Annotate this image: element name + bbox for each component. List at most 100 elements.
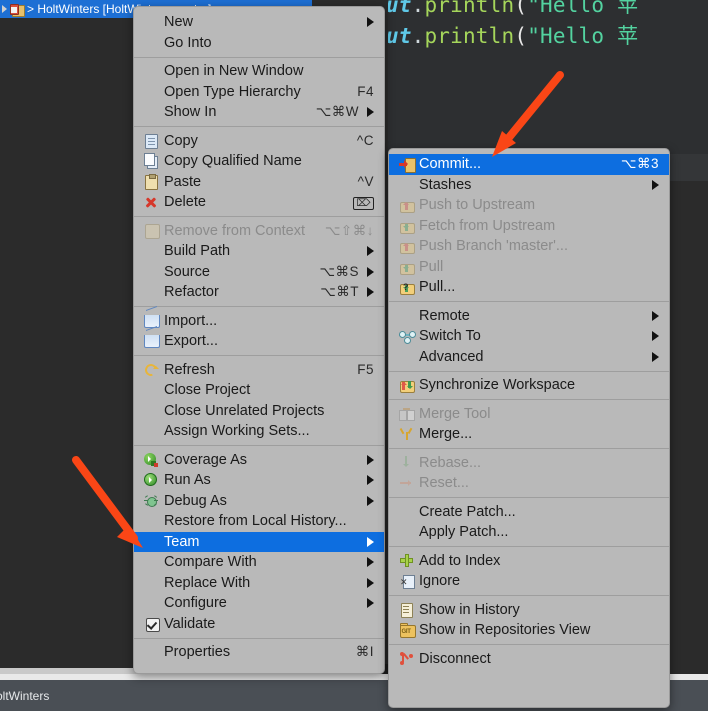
menu-item-push-to-upstream: Push to Upstream bbox=[389, 195, 669, 216]
debug-icon bbox=[143, 493, 162, 509]
menu-item-source[interactable]: Source ⌥⌘S bbox=[134, 262, 384, 283]
copy-qualified-icon bbox=[143, 153, 162, 170]
menu-separator bbox=[134, 56, 384, 58]
push-icon bbox=[398, 238, 417, 255]
menu-item-debug-as[interactable]: Debug As bbox=[134, 491, 384, 512]
menu-item-close-unrelated-projects[interactable]: Close Unrelated Projects bbox=[134, 401, 384, 422]
menu-separator bbox=[389, 497, 669, 498]
reset-icon bbox=[398, 475, 417, 491]
repositories-icon: GIT bbox=[398, 622, 417, 639]
menu-item-team[interactable]: Team bbox=[134, 531, 384, 552]
submenu-arrow-icon bbox=[367, 107, 374, 118]
menu-item-go-into[interactable]: Go Into bbox=[134, 33, 384, 54]
submenu-arrow-icon bbox=[367, 495, 374, 506]
menu-item-open-in-new-window[interactable]: Open in New Window bbox=[134, 61, 384, 82]
menu-item-coverage-as[interactable]: Coverage As bbox=[134, 450, 384, 471]
copy-icon bbox=[143, 133, 162, 149]
menu-item-show-in-repositories-view[interactable]: GIT Show in Repositories View bbox=[389, 620, 669, 641]
coverage-icon bbox=[143, 452, 162, 468]
menu-item-configure[interactable]: Configure bbox=[134, 593, 384, 614]
submenu-arrow-icon bbox=[367, 577, 374, 588]
run-icon bbox=[143, 472, 162, 488]
menu-separator bbox=[134, 637, 384, 639]
menu-item-apply-patch[interactable]: Apply Patch... bbox=[389, 522, 669, 543]
menu-item-compare-with[interactable]: Compare With bbox=[134, 552, 384, 573]
submenu-arrow-icon bbox=[652, 331, 659, 342]
delete-icon bbox=[143, 194, 162, 210]
remove-context-icon bbox=[143, 223, 162, 239]
team-submenu[interactable]: Commit... ⌥⌘3 Stashes Push to Upstream F… bbox=[388, 148, 670, 708]
menu-item-refactor[interactable]: Refactor ⌥⌘T bbox=[134, 282, 384, 303]
menu-item-delete[interactable]: Delete ⌦ bbox=[134, 192, 384, 213]
menu-separator bbox=[389, 546, 669, 547]
menu-item-create-patch[interactable]: Create Patch... bbox=[389, 502, 669, 523]
menu-item-export[interactable]: Export... bbox=[134, 326, 384, 352]
expand-triangle-icon[interactable] bbox=[2, 5, 7, 13]
menu-item-show-in[interactable]: Show In ⌥⌘W bbox=[134, 102, 384, 123]
menu-item-refresh[interactable]: Refresh F5 bbox=[134, 360, 384, 381]
menu-item-properties[interactable]: Properties ⌘I bbox=[134, 642, 384, 663]
menu-item-push-branch-master: Push Branch 'master'... bbox=[389, 236, 669, 257]
submenu-arrow-icon bbox=[652, 351, 659, 362]
menu-item-synchronize-workspace[interactable]: Synchronize Workspace bbox=[389, 375, 669, 396]
menu-item-assign-working-sets[interactable]: Assign Working Sets... bbox=[134, 421, 384, 442]
menu-separator bbox=[389, 595, 669, 596]
checkbox-checked-icon[interactable] bbox=[143, 616, 162, 632]
menu-item-pull-dialog[interactable]: ? Pull... bbox=[389, 277, 669, 298]
menu-item-restore-from-local-history[interactable]: Restore from Local History... bbox=[134, 511, 384, 532]
menu-item-replace-with[interactable]: Replace With bbox=[134, 573, 384, 594]
menu-separator bbox=[389, 644, 669, 645]
code-line-previous: ystem.out.println("Hello 苹 bbox=[388, 0, 639, 17]
ignore-icon: ✕ bbox=[398, 573, 417, 590]
status-bar-label: oltWinters bbox=[0, 688, 50, 703]
code-line-current: ystem.out.println("Hello 苹 bbox=[388, 24, 639, 48]
rebase-icon bbox=[398, 455, 417, 471]
menu-item-reset: Reset... bbox=[389, 473, 669, 494]
menu-item-stashes[interactable]: Stashes bbox=[389, 175, 669, 196]
menu-item-build-path[interactable]: Build Path bbox=[134, 241, 384, 262]
menu-separator bbox=[134, 216, 384, 217]
menu-separator bbox=[389, 399, 669, 400]
menu-separator bbox=[389, 370, 669, 372]
menu-item-paste[interactable]: Paste ^V bbox=[134, 172, 384, 193]
project-context-menu[interactable]: New Go Into Open in New Window Open Type… bbox=[133, 6, 385, 674]
menu-item-show-in-history[interactable]: Show in History bbox=[389, 600, 669, 621]
submenu-arrow-icon bbox=[652, 310, 659, 321]
submenu-arrow-icon bbox=[367, 454, 374, 465]
fetch-icon bbox=[398, 218, 417, 234]
menu-item-ignore[interactable]: ✕ Ignore bbox=[389, 571, 669, 592]
menu-item-close-project[interactable]: Close Project bbox=[134, 380, 384, 401]
menu-item-copy[interactable]: Copy ^C bbox=[134, 131, 384, 152]
menu-item-advanced[interactable]: Advanced bbox=[389, 347, 669, 368]
submenu-arrow-icon bbox=[367, 536, 374, 547]
menu-separator bbox=[389, 301, 669, 302]
menu-item-import[interactable]: Import... bbox=[134, 305, 384, 332]
delete-accel: ⌦ bbox=[353, 194, 374, 211]
menu-item-commit[interactable]: Commit... ⌥⌘3 bbox=[389, 154, 669, 175]
menu-item-copy-qualified-name[interactable]: Copy Qualified Name bbox=[134, 151, 384, 172]
submenu-arrow-icon bbox=[367, 17, 374, 28]
menu-item-fetch-from-upstream: Fetch from Upstream bbox=[389, 216, 669, 237]
menu-separator bbox=[134, 306, 384, 307]
menu-item-new[interactable]: New bbox=[134, 12, 384, 33]
menu-item-run-as[interactable]: Run As bbox=[134, 470, 384, 491]
history-icon bbox=[398, 602, 417, 618]
menu-item-switch-to[interactable]: Switch To bbox=[389, 326, 669, 347]
menu-item-open-type-hierarchy[interactable]: Open Type Hierarchy F4 bbox=[134, 82, 384, 103]
add-icon bbox=[398, 553, 417, 569]
menu-item-add-to-index[interactable]: Add to Index bbox=[389, 551, 669, 572]
menu-item-remove-from-context: Remove from Context ⌥⇧⌘↓ bbox=[134, 221, 384, 242]
menu-separator bbox=[134, 355, 384, 356]
menu-item-pull: Pull bbox=[389, 257, 669, 278]
submenu-arrow-icon bbox=[367, 475, 374, 486]
pull-icon bbox=[398, 259, 417, 275]
menu-item-merge[interactable]: Merge... bbox=[389, 424, 669, 445]
pull-dialog-icon: ? bbox=[398, 279, 417, 296]
menu-item-validate[interactable]: Validate bbox=[134, 614, 384, 635]
push-icon bbox=[398, 197, 417, 214]
submenu-arrow-icon bbox=[367, 266, 374, 277]
menu-item-disconnect[interactable]: Disconnect bbox=[389, 649, 669, 670]
menu-item-remote[interactable]: Remote bbox=[389, 306, 669, 327]
sync-icon bbox=[398, 377, 417, 394]
code-editor-pane[interactable]: ystem.out.println("Hello 苹 ystem.out.pri… bbox=[388, 0, 708, 154]
